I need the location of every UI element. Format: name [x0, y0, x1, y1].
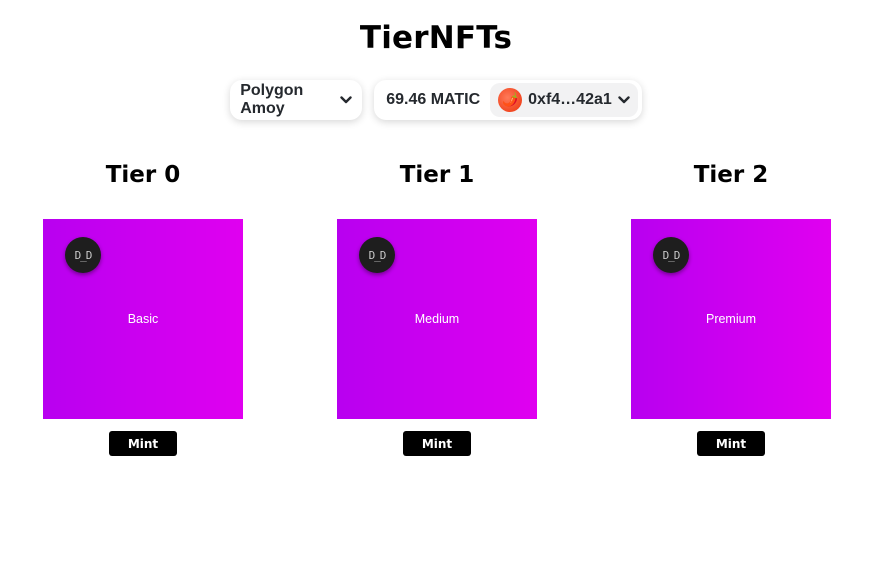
account-button[interactable]: 🌶️ 0xf4…42a1: [490, 83, 638, 117]
network-name: Polygon Amoy: [240, 82, 304, 117]
network-selector-button[interactable]: Polygon Amoy: [230, 80, 363, 120]
tier-label: Medium: [414, 312, 460, 326]
tier-title: Tier 2: [693, 162, 769, 188]
tier-title: Tier 1: [399, 162, 475, 188]
chevron-down-icon: [340, 96, 352, 104]
logo-badge: D_D: [359, 237, 395, 273]
tier-card-2: Tier 2 D_D Premium Mint: [631, 160, 831, 456]
account-address: 0xf4…42a1: [528, 91, 612, 108]
mint-button[interactable]: Mint: [403, 431, 471, 456]
page-title: TierNFTs: [359, 20, 513, 56]
logo-badge: D_D: [65, 237, 101, 273]
nft-image: D_D Basic: [43, 219, 243, 419]
tier-label: Basic: [127, 312, 159, 326]
wallet-bar: Polygon Amoy 69.46 MATIC 🌶️ 0xf4…42a1: [0, 80, 872, 120]
mint-button[interactable]: Mint: [109, 431, 177, 456]
avatar-icon: 🌶️: [498, 88, 523, 112]
chevron-down-icon: [618, 96, 630, 104]
tier-title: Tier 0: [105, 162, 181, 188]
tier-card-0: Tier 0 D_D Basic Mint: [43, 160, 243, 456]
nft-image: D_D Medium: [337, 219, 537, 419]
tier-card-1: Tier 1 D_D Medium Mint: [337, 160, 537, 456]
logo-badge: D_D: [653, 237, 689, 273]
nft-image: D_D Premium: [631, 219, 831, 419]
tier-label: Premium: [705, 312, 756, 326]
mint-button[interactable]: Mint: [697, 431, 765, 456]
balance-text: 69.46 MATIC: [386, 91, 481, 108]
account-pill: 69.46 MATIC 🌶️ 0xf4…42a1: [374, 80, 642, 120]
